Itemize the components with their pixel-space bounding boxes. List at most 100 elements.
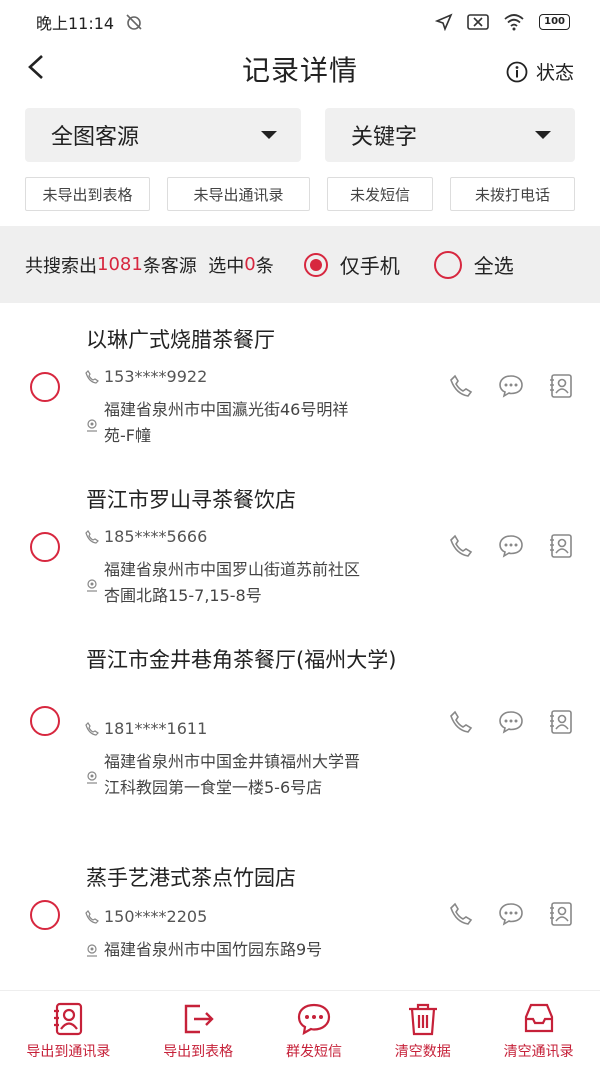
alarm-off-icon <box>126 14 142 30</box>
item-select-radio[interactable] <box>30 532 60 562</box>
chip-not-exported-table[interactable]: 未导出到表格 <box>25 177 150 211</box>
item-address: 福建省泉州市中国瀛光街46号明祥 苑-F幢 <box>84 397 434 449</box>
contact-book-icon <box>54 1002 83 1036</box>
result-summary: 共搜索出 1081 条客源 选中 0 条 仅手机 全选 <box>0 226 600 303</box>
item-phone: 153****9922 <box>84 367 207 386</box>
contact-book-icon[interactable] <box>548 901 574 927</box>
item-name: 以琳广式烧腊茶餐厅 <box>86 328 275 352</box>
sms-icon[interactable] <box>498 533 524 559</box>
item-actions <box>448 901 574 927</box>
location-pin-icon <box>87 944 97 957</box>
phone-number: 181****1611 <box>104 719 208 738</box>
call-icon[interactable] <box>448 901 474 927</box>
back-arrow-icon[interactable] <box>22 52 52 82</box>
phone-only-option[interactable]: 仅手机 <box>303 250 400 279</box>
call-icon[interactable] <box>448 709 474 735</box>
selected-count: 0 <box>244 254 256 275</box>
item-phone: 181****1611 <box>84 719 207 738</box>
address-line: 苑-F幢 <box>104 426 151 445</box>
result-count: 1081 <box>97 254 143 275</box>
sim-off-icon <box>467 14 489 30</box>
clock: 晚上11:14 <box>36 14 115 33</box>
item-address: 福建省泉州市中国罗山街道苏前社区 杏圃北路15-7,15-8号 <box>84 557 434 609</box>
page-title: 记录详情 <box>241 54 358 87</box>
phone-small-icon <box>85 721 99 736</box>
call-icon[interactable] <box>448 533 474 559</box>
item-actions <box>448 373 574 399</box>
tab-label: 群发短信 <box>285 1044 342 1060</box>
item-select-radio[interactable] <box>30 706 60 736</box>
contact-book-icon[interactable] <box>548 533 574 559</box>
source-dropdown[interactable]: 全图客源 <box>25 108 301 162</box>
item-select-radio[interactable] <box>30 900 60 930</box>
summary-prefix: 共搜索出 <box>25 255 97 277</box>
phone-small-icon <box>85 369 99 384</box>
sms-icon[interactable] <box>498 373 524 399</box>
item-address: 福建省泉州市中国竹园东路9号 <box>84 937 434 963</box>
status-bar: 晚上11:14 100 <box>0 0 600 44</box>
trash-icon <box>408 1003 437 1036</box>
chip-not-called[interactable]: 未拨打电话 <box>450 177 575 211</box>
clear-contacts-button[interactable]: 清空通讯录 <box>504 991 574 1068</box>
item-name: 晋江市金井巷角茶餐厅(福州大学) <box>86 648 397 672</box>
sms-icon[interactable] <box>498 709 524 735</box>
tab-label: 清空通讯录 <box>503 1044 574 1060</box>
address-line: 福建省泉州市中国瀛光街46号明祥 <box>104 400 349 419</box>
wifi-icon <box>504 14 524 31</box>
phone-number: 153****9922 <box>104 367 208 386</box>
location-icon <box>435 13 453 31</box>
phone-small-icon <box>85 529 99 544</box>
item-name: 晋江市罗山寻茶餐饮店 <box>86 488 296 512</box>
tab-label: 导出到通讯录 <box>26 1044 111 1060</box>
location-pin-icon <box>87 771 97 784</box>
summary-mid: 条客源 选中 <box>142 255 245 277</box>
select-all-label: 全选 <box>473 254 514 278</box>
export-table-button[interactable]: 导出到表格 <box>163 991 233 1068</box>
select-all-option[interactable]: 全选 <box>433 250 514 279</box>
battery-indicator: 100 <box>539 14 570 30</box>
source-dropdown-label: 全图客源 <box>51 125 140 150</box>
call-icon[interactable] <box>448 373 474 399</box>
item-address: 福建省泉州市中国金井镇福州大学晋 江科教园第一食堂一楼5-6号店 <box>84 749 434 801</box>
phone-number: 185****5666 <box>104 527 208 546</box>
summary-suffix: 条 <box>255 255 274 277</box>
radio-selected <box>303 252 328 277</box>
dropdown-arrow-icon <box>535 131 551 139</box>
address-line: 福建省泉州市中国金井镇福州大学晋 <box>104 752 361 771</box>
address-line: 杏圃北路15-7,15-8号 <box>104 586 262 605</box>
phone-only-label: 仅手机 <box>339 254 400 278</box>
item-phone: 150****2205 <box>84 907 207 926</box>
info-icon <box>506 61 528 82</box>
chip-no-sms[interactable]: 未发短信 <box>327 177 433 211</box>
clear-data-button[interactable]: 清空数据 <box>395 991 451 1068</box>
app-header: 记录详情 状态 <box>0 44 600 94</box>
keyword-dropdown-label: 关键字 <box>351 125 418 150</box>
item-phone: 185****5666 <box>84 527 207 546</box>
bottom-toolbar: 导出到通讯录 导出到表格 群发短信 清空数据 清空通讯录 <box>0 990 600 1068</box>
contact-book-icon[interactable] <box>548 373 574 399</box>
keyword-dropdown[interactable]: 关键字 <box>325 108 575 162</box>
location-pin-icon <box>87 419 97 432</box>
sms-icon[interactable] <box>498 901 524 927</box>
inbox-clear-icon <box>524 1003 553 1033</box>
status-label: 状态 <box>535 62 574 84</box>
address-line: 江科教园第一食堂一楼5-6号店 <box>104 778 323 797</box>
tab-label: 清空数据 <box>394 1044 451 1060</box>
status-button[interactable]: 状态 <box>506 58 574 85</box>
phone-small-icon <box>85 909 99 924</box>
item-select-radio[interactable] <box>30 372 60 402</box>
item-name: 蒸手艺港式茶点竹园店 <box>86 866 296 890</box>
address-line: 福建省泉州市中国罗山街道苏前社区 <box>104 560 361 579</box>
item-actions <box>448 533 574 559</box>
chip-not-exported-contacts[interactable]: 未导出通讯录 <box>167 177 310 211</box>
sms-icon <box>297 1003 331 1036</box>
dropdown-arrow-icon <box>261 131 277 139</box>
contact-book-icon[interactable] <box>548 709 574 735</box>
export-contacts-button[interactable]: 导出到通讯录 <box>26 991 110 1068</box>
address-line: 福建省泉州市中国竹园东路9号 <box>104 940 323 959</box>
phone-number: 150****2205 <box>104 907 208 926</box>
radio-unselected <box>433 250 462 279</box>
bulk-sms-button[interactable]: 群发短信 <box>286 991 342 1068</box>
item-actions <box>448 709 574 735</box>
tab-label: 导出到表格 <box>163 1044 234 1060</box>
